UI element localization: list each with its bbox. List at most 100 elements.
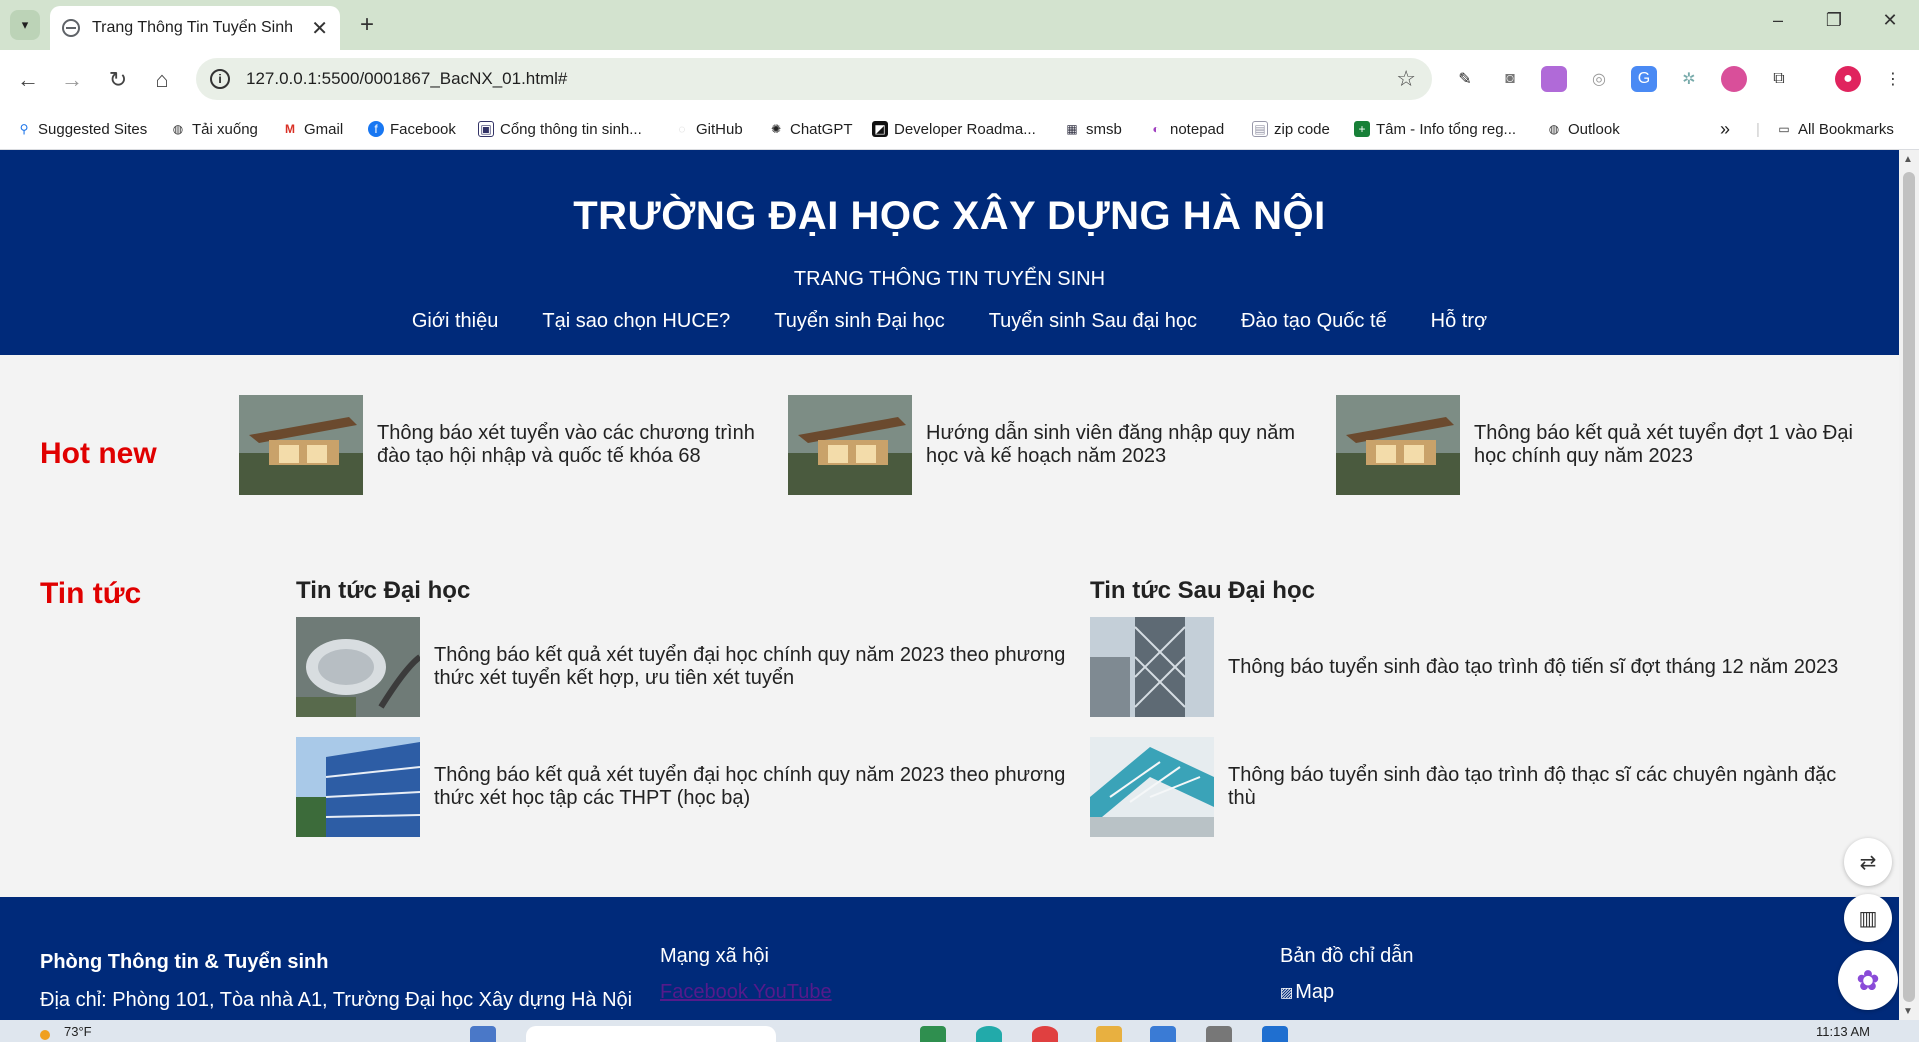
news-title[interactable]: Thông báo tuyển sinh đào tạo trình độ th…: [1228, 764, 1836, 810]
address-bar[interactable]: i 127.0.0.1:5500/0001867_BacNX_01.html# …: [196, 58, 1432, 100]
bookmark-item[interactable]: ⚲ Suggested Sites: [16, 116, 148, 142]
broken-image-icon: ▨: [1280, 984, 1294, 1000]
map-image-broken[interactable]: ▨ Map: [1280, 981, 1334, 1004]
news-item[interactable]: Thông báo kết quả xét tuyển đại học chín…: [296, 737, 1076, 837]
app-icon[interactable]: [1150, 1026, 1176, 1042]
folder-app-icon[interactable]: [1096, 1026, 1122, 1042]
restore-button[interactable]: ❐: [1814, 10, 1854, 31]
hot-news-item[interactable]: Hướng dẫn sinh viên đăng nhập quy năm học…: [788, 395, 1308, 495]
eyedropper-extension-icon[interactable]: ✎: [1452, 66, 1478, 92]
roadmap-icon: ◩: [872, 121, 888, 137]
app-icon[interactable]: [1206, 1026, 1232, 1042]
scroll-up-icon[interactable]: ▲: [1903, 154, 1913, 165]
house-thumbnail[interactable]: [788, 395, 912, 495]
hot-news-title[interactable]: Thông báo xét tuyển vào các chương trình…: [377, 422, 755, 468]
globe-icon: ◍: [172, 122, 184, 136]
news-title[interactable]: Thông báo kết quả xét tuyển đại học chín…: [434, 764, 1065, 810]
scrollbar-thumb[interactable]: [1903, 172, 1915, 1002]
hot-news-item[interactable]: Thông báo xét tuyển vào các chương trình…: [239, 395, 759, 495]
all-bookmarks-button[interactable]: ▭ All Bookmarks: [1776, 116, 1894, 142]
house-thumbnail[interactable]: [1336, 395, 1460, 495]
tower-thumbnail[interactable]: [1090, 617, 1214, 717]
site-info-icon[interactable]: i: [210, 69, 230, 89]
search-icon: ⚲: [19, 122, 29, 136]
campus-aerial-thumbnail[interactable]: [296, 617, 420, 717]
bookmark-item[interactable]: ◍ Outlook: [1546, 116, 1620, 142]
site-footer: Phòng Thông tin & Tuyển sinh Địa chỉ: Ph…: [0, 897, 1899, 1020]
compass-extension-icon[interactable]: ◎: [1586, 66, 1612, 92]
camera-extension-icon[interactable]: ◙: [1497, 66, 1523, 92]
hot-news-title[interactable]: Thông báo kết quả xét tuyển đợt 1 vào Đạ…: [1474, 422, 1853, 468]
puzzle-extensions-icon[interactable]: ⧉: [1766, 66, 1792, 92]
postgrad-news-title: Tin tức Sau Đại học: [1090, 577, 1315, 604]
active-tab[interactable]: Trang Thông Tin Tuyển Sinh ✕: [50, 6, 340, 50]
bookmark-item[interactable]: ✺ ChatGPT: [768, 116, 853, 142]
scroll-down-icon[interactable]: ▼: [1903, 1006, 1913, 1017]
nav-ho-tro[interactable]: Hỗ trợ: [1409, 310, 1509, 333]
bookmark-item[interactable]: f Facebook: [368, 116, 456, 142]
hot-news-title[interactable]: Hướng dẫn sinh viên đăng nhập quy năm học…: [926, 422, 1295, 468]
bookmark-item[interactable]: ◐ notepad: [1148, 116, 1224, 142]
chevron-down-icon: ▾: [21, 17, 29, 32]
bookmark-item[interactable]: ◍ Tải xuống: [170, 116, 258, 142]
close-icon[interactable]: ✕: [311, 16, 328, 41]
undergrad-news-title: Tin tức Đại học: [296, 577, 471, 604]
bookmark-item[interactable]: ◌ GitHub: [674, 116, 742, 142]
hot-news-item[interactable]: Thông báo kết quả xét tuyển đợt 1 vào Đạ…: [1336, 395, 1876, 495]
campus-building-thumbnail[interactable]: [296, 737, 420, 837]
site-header: TRƯỜNG ĐẠI HỌC XÂY DỰNG HÀ NỘI TRANG THÔ…: [0, 150, 1899, 355]
clock-text[interactable]: 11:13 AM: [1816, 1024, 1870, 1039]
site-title: TRƯỜNG ĐẠI HỌC XÂY DỰNG HÀ NỘI: [573, 194, 1326, 238]
taskbar-search[interactable]: [526, 1026, 776, 1042]
news-item[interactable]: Thông báo tuyển sinh đào tạo trình độ ti…: [1090, 617, 1880, 717]
menu-kebab-icon[interactable]: ⋮: [1880, 66, 1906, 92]
minimize-button[interactable]: –: [1758, 10, 1798, 31]
translate-float-icon[interactable]: ⇄: [1844, 838, 1892, 886]
forward-button[interactable]: →: [56, 64, 88, 96]
social-links[interactable]: Facebook YouTube: [660, 981, 832, 1004]
extension-icon[interactable]: ✲: [1676, 66, 1702, 92]
weather-text[interactable]: 73°F: [64, 1024, 92, 1039]
home-button[interactable]: ⌂: [146, 64, 178, 96]
app-icon[interactable]: [1262, 1026, 1288, 1042]
extension-icon[interactable]: [1541, 66, 1567, 92]
bookmark-star-icon[interactable]: ☆: [1396, 66, 1416, 92]
nav-dao-tao-quoc-te[interactable]: Đào tạo Quốc tế: [1219, 310, 1409, 333]
translate-extension-icon[interactable]: G: [1631, 66, 1657, 92]
start-icon[interactable]: [470, 1026, 496, 1042]
brain-extension-icon[interactable]: [1721, 66, 1747, 92]
bookmarks-divider: |: [1756, 120, 1760, 138]
window-close-button[interactable]: ✕: [1870, 10, 1910, 31]
bookmark-item[interactable]: + Tâm - Info tổng reg...: [1354, 116, 1516, 142]
bookmark-item[interactable]: ▣ Cổng thông tin sinh...: [478, 116, 642, 142]
news-title[interactable]: Thông báo kết quả xét tuyển đại học chín…: [434, 644, 1065, 690]
vertical-scrollbar[interactable]: ▲ ▼: [1899, 150, 1919, 1020]
chatgpt-icon: ✺: [770, 122, 782, 136]
github-icon: ◌: [678, 122, 686, 136]
news-title[interactable]: Thông báo tuyển sinh đào tạo trình độ ti…: [1228, 656, 1838, 679]
nav-tuyen-sinh-sau-dai-hoc[interactable]: Tuyển sinh Sau đại học: [967, 310, 1219, 333]
bookmark-item[interactable]: ▤ zip code: [1252, 116, 1330, 142]
bookmark-item[interactable]: M Gmail: [282, 116, 343, 142]
more-bookmarks-icon[interactable]: »: [1720, 116, 1730, 142]
architecture-thumbnail[interactable]: [1090, 737, 1214, 837]
nav-tuyen-sinh-dai-hoc[interactable]: Tuyển sinh Đại học: [752, 310, 966, 333]
bookmark-item[interactable]: ▦ smsb: [1064, 116, 1122, 142]
app-icon[interactable]: [920, 1026, 946, 1042]
reload-button[interactable]: ↻: [102, 64, 134, 96]
chrome-icon[interactable]: [1032, 1026, 1058, 1042]
reader-float-icon[interactable]: ▥: [1844, 894, 1892, 942]
app-icon[interactable]: [976, 1026, 1002, 1042]
profile-avatar[interactable]: ●: [1835, 66, 1861, 92]
bookmark-item[interactable]: ◩ Developer Roadma...: [872, 116, 1036, 142]
nav-tai-sao-chon-huce[interactable]: Tại sao chọn HUCE?: [520, 310, 752, 333]
house-thumbnail[interactable]: [239, 395, 363, 495]
nav-gioi-thieu[interactable]: Giới thiệu: [390, 310, 520, 333]
news-item[interactable]: Thông báo kết quả xét tuyển đại học chín…: [296, 617, 1076, 717]
news-item[interactable]: Thông báo tuyển sinh đào tạo trình độ th…: [1090, 737, 1880, 837]
back-button[interactable]: ←: [12, 64, 44, 96]
assistant-float-icon[interactable]: ✿: [1838, 950, 1898, 1010]
tab-search-button[interactable]: ▾: [10, 10, 40, 40]
os-taskbar: [0, 1020, 1919, 1042]
new-tab-button[interactable]: +: [352, 10, 382, 40]
